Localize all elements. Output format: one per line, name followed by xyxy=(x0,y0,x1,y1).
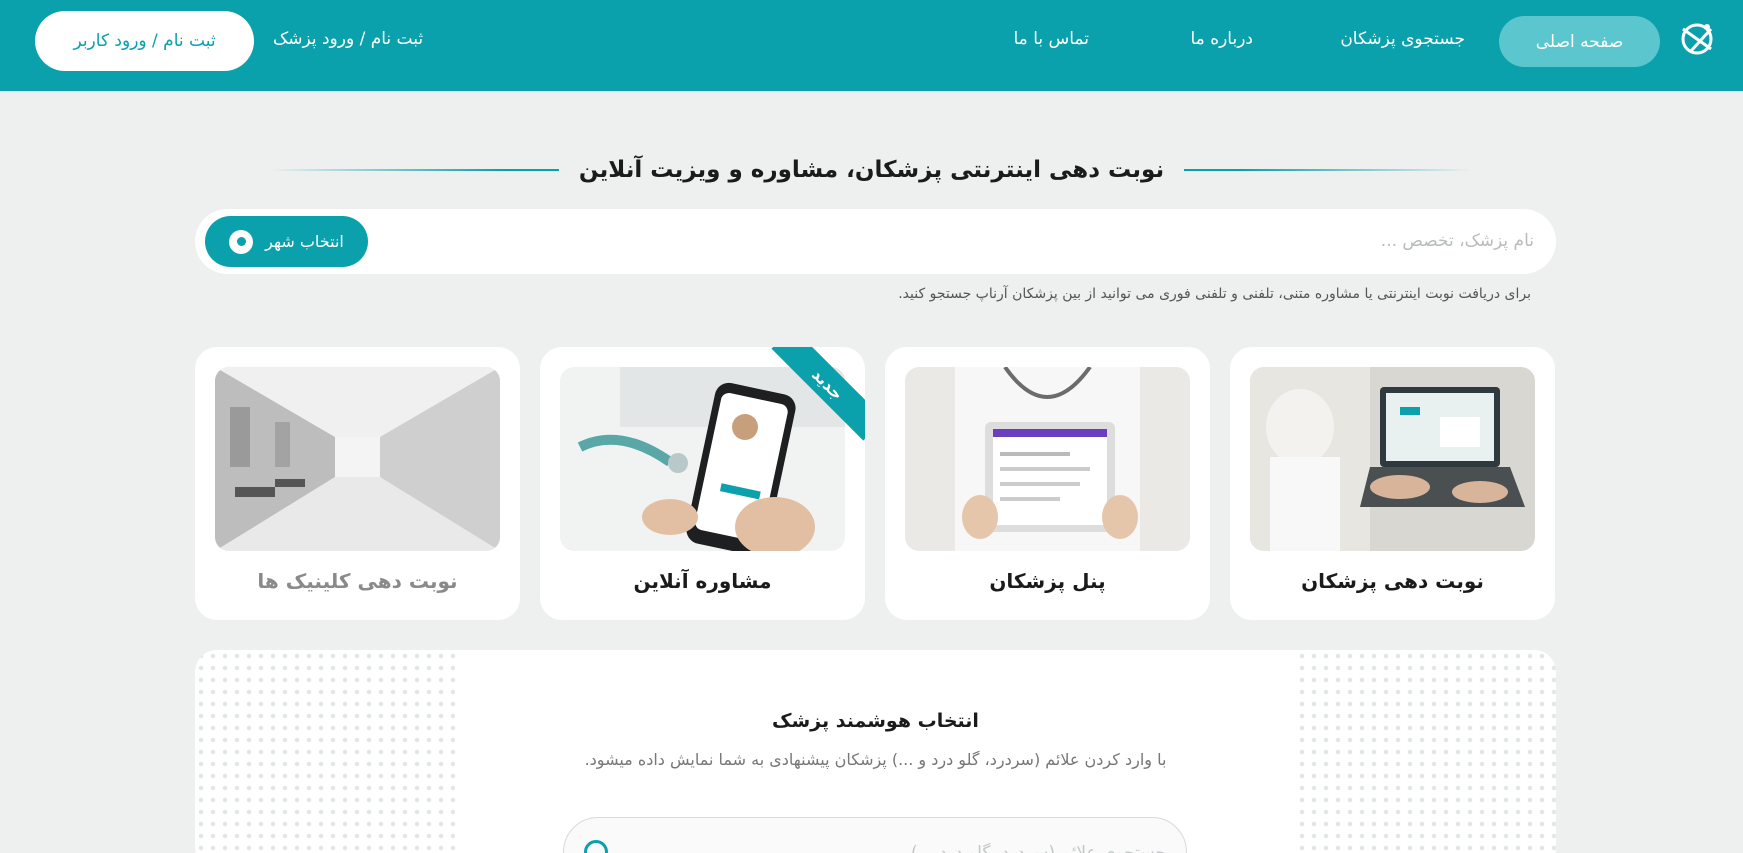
phone-consultation-image xyxy=(560,367,845,551)
card-label: پنل پزشکان xyxy=(989,569,1106,593)
select-city-label: انتخاب شهر xyxy=(265,232,344,251)
card-label: نوبت دهی کلینیک ها xyxy=(257,569,458,593)
title-divider-left xyxy=(268,169,559,171)
card-clinic-appointments[interactable]: نوبت دهی کلینیک ها xyxy=(195,347,520,620)
card-label: مشاوره آنلاین xyxy=(633,569,772,593)
card-online-consultation[interactable]: جدید مشاوره آنلاین xyxy=(540,347,865,620)
hero-title-row: نوبت دهی اینترنتی پزشکان، مشاوره و ویزیت… xyxy=(0,150,1743,190)
hospital-corridor-image xyxy=(215,367,500,551)
nav-search-doctors[interactable]: جستجوی پزشکان xyxy=(1340,24,1465,54)
nav-home[interactable]: صفحه اصلی xyxy=(1499,16,1660,67)
search-icon[interactable] xyxy=(584,840,608,853)
nav-about[interactable]: درباره ما xyxy=(1191,24,1254,54)
card-doctor-appointments[interactable]: نوبت دهی پزشکان xyxy=(1230,347,1555,620)
symptom-search-bar xyxy=(563,817,1187,853)
doctor-laptop-image xyxy=(1250,367,1535,551)
nav-contact[interactable]: تماس با ما xyxy=(1014,24,1090,54)
select-city-button[interactable]: انتخاب شهر xyxy=(205,216,368,267)
symptom-search-input[interactable] xyxy=(646,833,1166,853)
search-hint: برای دریافت نوبت اینترنتی یا مشاوره متنی… xyxy=(898,286,1531,302)
smart-doctor-section: انتخاب هوشمند پزشک با وارد کردن علائم (س… xyxy=(195,650,1556,853)
user-login-button[interactable]: ثبت نام / ورود کاربر xyxy=(35,11,254,71)
logo-icon[interactable] xyxy=(1677,19,1717,59)
top-navbar: صفحه اصلی جستجوی پزشکان درباره ما تماس ب… xyxy=(0,0,1743,91)
smart-section-description: با وارد کردن علائم (سردرد، گلو درد و ...… xyxy=(584,750,1167,769)
card-doctors-panel[interactable]: پنل پزشکان xyxy=(885,347,1210,620)
doctor-search-input[interactable] xyxy=(434,221,1534,261)
card-label: نوبت دهی پزشکان xyxy=(1301,569,1484,593)
doctor-login-link[interactable]: ثبت نام / ورود پزشک xyxy=(273,24,423,54)
page-title: نوبت دهی اینترنتی پزشکان، مشاوره و ویزیت… xyxy=(578,157,1165,183)
doctor-holding-laptop-image xyxy=(905,367,1190,551)
location-pin-icon xyxy=(229,229,254,254)
smart-section-title: انتخاب هوشمند پزشک xyxy=(772,710,979,732)
doctor-search-bar: انتخاب شهر xyxy=(195,209,1556,274)
title-divider-right xyxy=(1184,169,1475,171)
